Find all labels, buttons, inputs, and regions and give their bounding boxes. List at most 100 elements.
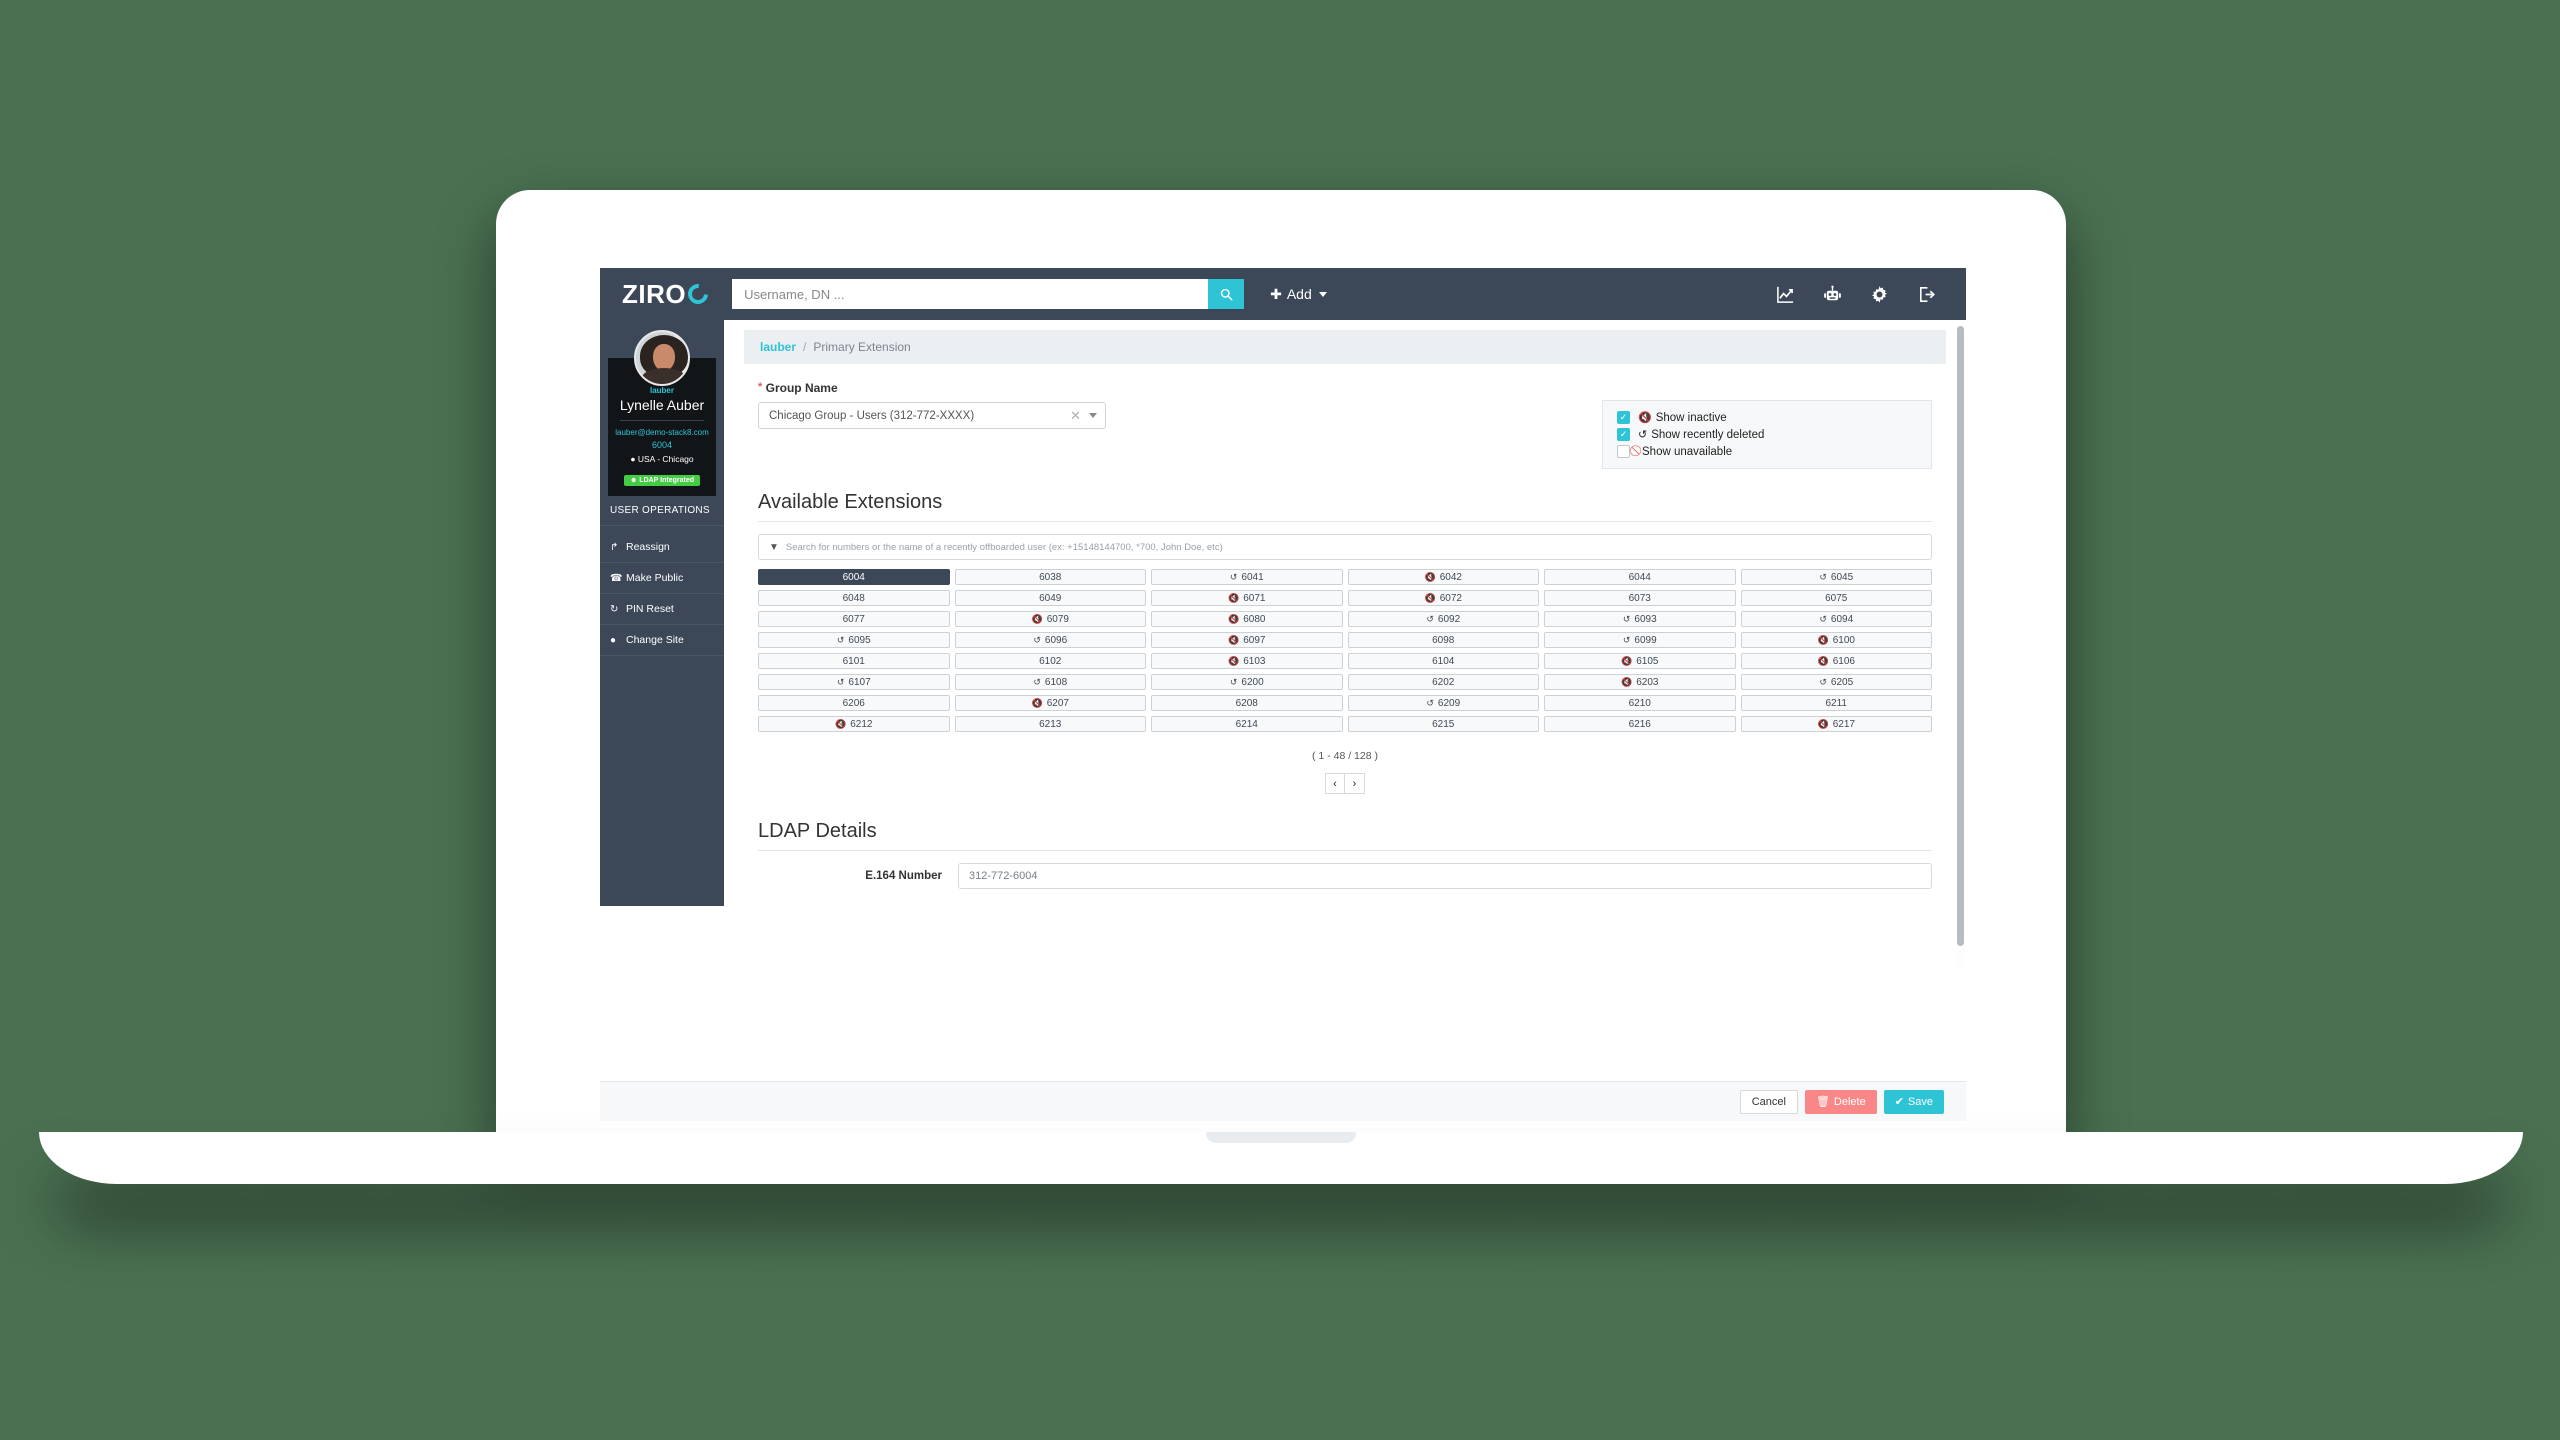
inactive-icon: 🔇 [1228, 592, 1240, 603]
extension-cell-6041[interactable]: ↺ 6041 [1151, 569, 1343, 585]
filter-show-recently-deleted[interactable]: ✓ ↺ Show recently deleted [1617, 428, 1917, 441]
extension-cell-6215[interactable]: 6215 [1347, 716, 1539, 732]
extension-number: 6100 [1832, 634, 1855, 646]
extension-cell-6094[interactable]: ↺ 6094 [1740, 611, 1932, 627]
extension-cell-6214[interactable]: 6214 [1151, 716, 1343, 732]
extension-cell-6049[interactable]: 6049 [954, 590, 1146, 606]
pagination: ( 1 - 48 / 128 ) ‹ › [758, 750, 1932, 794]
sidebar-item-label: PIN Reset [626, 603, 674, 615]
e164-number-field[interactable]: 312-772-6004 [958, 863, 1932, 889]
extension-cell-6208[interactable]: 6208 [1151, 695, 1343, 711]
profile-extension[interactable]: 6004 [614, 440, 710, 450]
extension-cell-6102[interactable]: 6102 [954, 653, 1146, 669]
gear-icon[interactable] [1870, 285, 1889, 304]
extension-cell-6077[interactable]: 6077 [758, 611, 950, 627]
extension-cell-6048[interactable]: 6048 [758, 590, 950, 606]
add-menu-button[interactable]: ✚ Add [1270, 286, 1327, 303]
extension-cell-6108[interactable]: ↺ 6108 [954, 674, 1146, 690]
search-input[interactable] [732, 279, 1209, 309]
add-menu-label: Add [1286, 286, 1312, 302]
scrollbar-thumb[interactable] [1957, 326, 1964, 946]
required-indicator: * [758, 381, 763, 393]
content-scrollbar[interactable] [1957, 326, 1964, 966]
extension-cell-6072[interactable]: 🔇 6072 [1347, 590, 1539, 606]
extension-cell-6203[interactable]: 🔇 6203 [1544, 674, 1736, 690]
extension-cell-6105[interactable]: 🔇 6105 [1544, 653, 1736, 669]
extension-search-input[interactable]: ▼ Search for numbers or the name of a re… [758, 534, 1932, 560]
user-operations-header: USER OPERATIONS [600, 496, 724, 526]
profile-email[interactable]: lauber@demo-stack8.com [614, 428, 710, 437]
pagination-count: ( 1 - 48 / 128 ) [1312, 750, 1378, 762]
extension-cell-6080[interactable]: 🔇 6080 [1151, 611, 1343, 627]
extension-cell-6079[interactable]: 🔇 6079 [954, 611, 1146, 627]
pagination-prev-button[interactable]: ‹ [1325, 773, 1345, 794]
extension-cell-6038[interactable]: 6038 [954, 569, 1146, 585]
checkbox-show-inactive[interactable]: ✓ [1617, 411, 1630, 424]
pagination-next-button[interactable]: › [1345, 773, 1365, 794]
checkbox-show-unavailable[interactable] [1617, 445, 1630, 458]
search-button[interactable] [1208, 279, 1245, 309]
extension-cell-6213[interactable]: 6213 [954, 716, 1146, 732]
sidebar-item-change-site[interactable]: ● Change Site [600, 625, 724, 656]
extension-cell-6092[interactable]: ↺ 6092 [1347, 611, 1539, 627]
extension-cell-6095[interactable]: ↺ 6095 [758, 632, 950, 648]
group-row: Chicago Group - Users (312-772-XXXX) ✕ ✓… [758, 400, 1932, 469]
extension-cell-6098[interactable]: 6098 [1347, 632, 1539, 648]
extension-cell-6207[interactable]: 🔇 6207 [954, 695, 1146, 711]
extension-number: 6207 [1046, 697, 1069, 709]
sidebar-item-reassign[interactable]: ↱ Reassign [600, 532, 724, 563]
delete-button[interactable]: 🗑 Delete [1804, 1089, 1877, 1114]
extension-cell-6205[interactable]: ↺ 6205 [1740, 674, 1932, 690]
extension-cell-6202[interactable]: 6202 [1347, 674, 1539, 690]
extension-cell-6075[interactable]: 6075 [1740, 590, 1932, 606]
filter-show-unavailable[interactable]: ⃠ Show unavailable [1617, 445, 1917, 458]
extension-cell-6093[interactable]: ↺ 6093 [1544, 611, 1736, 627]
filter-show-inactive[interactable]: ✓ 🔇 Show inactive [1617, 411, 1917, 424]
main-content-area: lauber / Primary Extension * Group Name … [724, 320, 1966, 1121]
analytics-icon[interactable] [1776, 285, 1795, 304]
extension-cell-6099[interactable]: ↺ 6099 [1544, 632, 1736, 648]
extension-cell-6212[interactable]: 🔇 6212 [758, 716, 950, 732]
sidebar-item-make-public[interactable]: ☎ Make Public [600, 563, 724, 594]
extension-cell-6210[interactable]: 6210 [1544, 695, 1736, 711]
save-button[interactable]: ✔ Save [1883, 1089, 1944, 1114]
extension-cell-6107[interactable]: ↺ 6107 [758, 674, 950, 690]
breadcrumb-root-link[interactable]: lauber [760, 340, 796, 354]
group-name-select[interactable]: Chicago Group - Users (312-772-XXXX) ✕ [758, 402, 1106, 429]
sign-out-icon[interactable] [1917, 285, 1936, 304]
extension-cell-6200[interactable]: ↺ 6200 [1151, 674, 1343, 690]
extension-number: 6217 [1832, 718, 1855, 730]
inactive-icon: 🔇 [1031, 697, 1043, 708]
chevron-down-icon[interactable] [1089, 413, 1097, 418]
cancel-button[interactable]: Cancel [1739, 1089, 1798, 1114]
extension-cell-6044[interactable]: 6044 [1544, 569, 1736, 585]
checkbox-show-recently-deleted[interactable]: ✓ [1617, 428, 1630, 441]
sidebar-item-label: Reassign [626, 541, 670, 553]
user-icon: ☻ [629, 477, 638, 484]
extension-cell-6004[interactable]: 6004 [758, 569, 950, 585]
extension-cell-6104[interactable]: 6104 [1347, 653, 1539, 669]
extension-cell-6101[interactable]: 6101 [758, 653, 950, 669]
extension-cell-6045[interactable]: ↺ 6045 [1740, 569, 1932, 585]
extension-cell-6211[interactable]: 6211 [1740, 695, 1932, 711]
brand-text: ZIRO [622, 278, 687, 309]
refresh-icon: ↻ [610, 603, 619, 615]
robot-icon[interactable] [1823, 285, 1842, 304]
map-marker-icon: ● [630, 454, 636, 464]
close-icon[interactable]: ✕ [1070, 408, 1081, 424]
extension-cell-6216[interactable]: 6216 [1544, 716, 1736, 732]
extension-cell-6073[interactable]: 6073 [1544, 590, 1736, 606]
extension-cell-6217[interactable]: 🔇 6217 [1740, 716, 1932, 732]
extension-cell-6100[interactable]: 🔇 6100 [1740, 632, 1932, 648]
sidebar-item-pin-reset[interactable]: ↻ PIN Reset [600, 594, 724, 625]
extension-cell-6096[interactable]: ↺ 6096 [954, 632, 1146, 648]
extension-cell-6209[interactable]: ↺ 6209 [1347, 695, 1539, 711]
ziro-logo[interactable]: ZIRO [622, 278, 713, 310]
extension-cell-6206[interactable]: 6206 [758, 695, 950, 711]
extension-cell-6042[interactable]: 🔇 6042 [1347, 569, 1539, 585]
extension-cell-6097[interactable]: 🔇 6097 [1151, 632, 1343, 648]
extension-cell-6106[interactable]: 🔇 6106 [1740, 653, 1932, 669]
extension-cell-6103[interactable]: 🔇 6103 [1151, 653, 1343, 669]
extension-cell-6071[interactable]: 🔇 6071 [1151, 590, 1343, 606]
extension-number: 6106 [1832, 655, 1855, 667]
